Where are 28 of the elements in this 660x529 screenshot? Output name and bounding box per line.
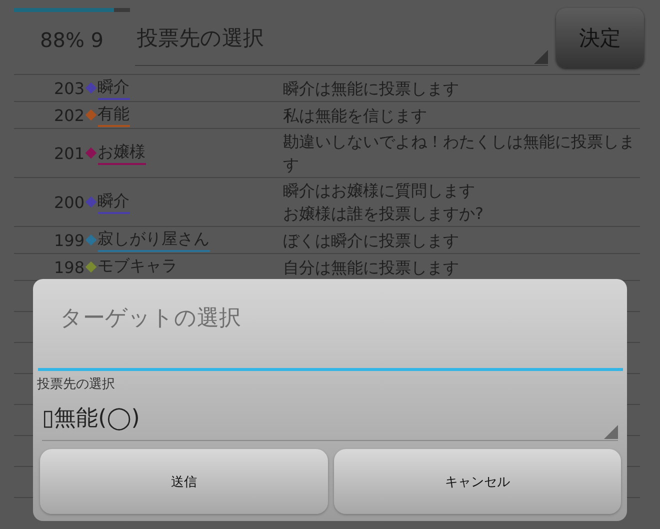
post-number: 198 xyxy=(54,256,85,278)
message-text: 自分は無能に投票します xyxy=(283,256,460,278)
post-number: 202 xyxy=(54,104,85,126)
message-text: ぼくは瞬介に投票します xyxy=(283,230,460,252)
send-button[interactable]: 送信 xyxy=(40,449,328,514)
decide-button[interactable]: 決定 xyxy=(556,8,644,68)
cancel-button[interactable]: キャンセル xyxy=(334,449,621,514)
post-number: 199 xyxy=(54,230,85,252)
post-number: 201 xyxy=(54,142,85,164)
player-name[interactable]: 有能 xyxy=(98,103,130,127)
vote-dropdown[interactable]: 投票先の選択 xyxy=(135,14,548,66)
player-name: モブキャラ xyxy=(98,255,178,277)
message-text: 私は無能を信じます xyxy=(283,104,428,126)
dropdown-corner-icon xyxy=(534,50,548,64)
player-name[interactable]: 瞬介 xyxy=(98,76,130,100)
message-text: 瞬介は無能に投票します xyxy=(283,78,460,100)
player-name[interactable]: 瞬介 xyxy=(98,190,130,214)
status-text: 88% 9 xyxy=(40,28,105,52)
target-dropdown[interactable]: ▯無能(◯) xyxy=(42,399,618,441)
post-number: 203 xyxy=(54,78,85,100)
message-text: 勘違いしないでよね！わたくしは無能に投票します xyxy=(283,131,636,176)
post-number: 200 xyxy=(54,192,85,214)
message-text: 瞬介はお嬢様に質問します xyxy=(283,180,476,202)
field-label: 投票先の選択 xyxy=(37,376,116,393)
player-name[interactable]: 寂しがり屋さん xyxy=(98,228,210,252)
dropdown-corner-icon xyxy=(604,425,618,439)
message-text: お嬢様は誰を投票しますか? xyxy=(283,203,484,225)
player-name[interactable]: お嬢様 xyxy=(98,141,146,165)
